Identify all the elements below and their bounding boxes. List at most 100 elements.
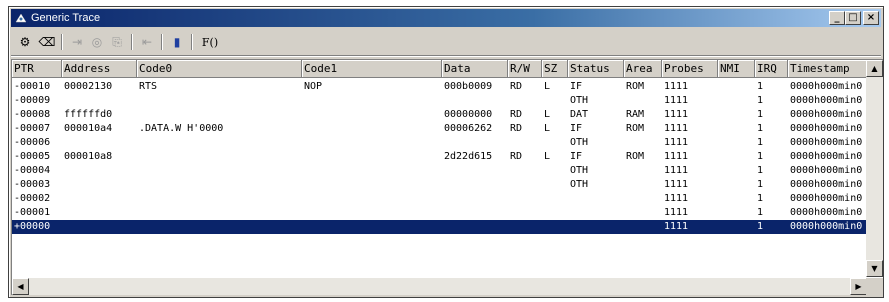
cell-address [62,220,137,234]
cell-ptr: -00004 [14,165,51,176]
column-header-area[interactable]: Area [624,60,662,78]
cell-code1 [302,220,442,234]
cell-irq: 1 [757,193,764,204]
cell-probes: 1111 [664,123,689,134]
cell-data [442,192,508,206]
trace-settings-icon[interactable]: ⚙ [15,33,35,51]
cell-code1 [302,122,442,136]
column-header-address[interactable]: Address [62,60,137,78]
cell-status [568,206,624,220]
column-header-nmi[interactable]: NMI [718,60,755,78]
cell-irq: 1 [757,207,764,218]
cell-probes: 1111 [664,81,689,92]
cell-code0: RTS [139,81,158,92]
cell-status: OTH [570,95,589,106]
cell-rw [508,164,542,178]
cell-probes: 1111 [664,109,689,120]
scroll-down-icon[interactable]: ▼ [866,260,883,277]
cell-nmi [718,192,755,206]
find-icon[interactable]: ⇤ [137,33,157,51]
cell-timestamp: 0000h000min0 [790,95,863,106]
cell-sz [542,220,568,234]
cell-timestamp: 0000h000min0 [790,137,863,148]
cell-nmi [718,122,755,136]
column-header-irq[interactable]: IRQ [755,60,788,78]
table-row[interactable]: -00004 OTH 1111 1 0000h000min0 [12,164,867,178]
cell-status: IF [570,151,583,162]
cell-irq: 1 [757,81,764,92]
cell-address [62,136,137,150]
table-row[interactable]: -00010 00002130 RTS NOP 000b0009 RD L IF ROM 1111… [12,80,867,94]
table-row[interactable]: -00008 ffffffd0 00000000 RD L DAT RAM 1111 1 0000… [12,108,867,122]
minimize-button[interactable]: _ [829,11,845,25]
column-header-rw[interactable]: R/W [508,60,542,78]
function-icon[interactable]: F() [197,33,223,51]
cell-data [442,136,508,150]
column-header-probes[interactable]: Probes [662,60,718,78]
table-row[interactable]: -00007 000010a4 .DATA.W H'0000 00006262 RD L I… [12,122,867,136]
maximize-button[interactable]: □ [845,11,861,25]
column-header-timestamp[interactable]: Timestamp [788,60,867,78]
cell-code1 [302,178,442,192]
cell-sz [542,192,568,206]
table-row[interactable]: -00003 OTH 1111 1 0000h000min0 [12,178,867,192]
cell-address: 000010a4 [64,123,113,134]
table-row[interactable]: -00009 OTH 1111 1 0000h000min0 [12,94,867,108]
cell-status [568,220,624,234]
column-header-code0[interactable]: Code0 [137,60,302,78]
toolbar-separator [191,34,193,50]
copy-icon[interactable]: ⎘ [107,33,127,51]
clear-icon[interactable]: ⌫ [37,33,57,51]
cell-code0 [137,108,302,122]
filter-icon[interactable]: ◎ [87,33,107,51]
scroll-left-icon[interactable]: ◀ [12,278,29,295]
cell-probes: 1111 [664,151,689,162]
cell-status [568,192,624,206]
cell-sz [542,206,568,220]
cell-code1 [302,150,442,164]
cell-rw: RD [510,109,523,120]
column-header-code1[interactable]: Code1 [302,60,442,78]
cell-nmi [718,206,755,220]
cell-area [624,206,662,220]
cell-status: OTH [570,165,589,176]
statistics-icon[interactable]: ▮ [167,33,187,51]
title-bar[interactable]: Generic Trace _ □ × [11,9,881,27]
window-title: Generic Trace [31,12,101,24]
cell-irq: 1 [757,151,764,162]
acquisition-icon[interactable]: ⇥ [67,33,87,51]
cell-status: DAT [570,109,589,120]
cell-irq: 1 [757,179,764,190]
vertical-scrollbar[interactable]: ▲ ▼ [866,60,883,277]
scroll-up-icon[interactable]: ▲ [866,60,883,77]
column-header-status[interactable]: Status [568,60,624,78]
cell-sz [542,178,568,192]
horizontal-scrollbar[interactable]: ◀ ▶ [12,278,867,295]
column-header-ptr[interactable]: PTR [12,60,62,78]
cell-ptr: -00003 [14,179,51,190]
trace-table: PTR Address Code0 Code1 Data R/W SZ Status Area P… [11,59,883,295]
table-row[interactable]: +00000 1111 1 0000h000min0 [12,220,867,234]
cell-sz: L [544,109,551,120]
cell-status: OTH [570,179,589,190]
cell-probes: 1111 [664,95,689,106]
cell-data: 00006262 [444,123,493,134]
cell-rw: RD [510,81,523,92]
cell-ptr: +00000 [14,221,51,232]
table-row[interactable]: -00006 OTH 1111 1 0000h000min0 [12,136,867,150]
cell-ptr: -00010 [14,81,51,92]
cell-sz [542,94,568,108]
column-header-sz[interactable]: SZ [542,60,568,78]
table-row[interactable]: -00002 1111 1 0000h000min0 [12,192,867,206]
table-body: -00010 00002130 RTS NOP 000b0009 RD L IF ROM 1111… [12,78,867,260]
close-button[interactable]: × [863,11,879,25]
table-row[interactable]: -00005 000010a8 2d22d615 RD L IF ROM 1111 1 0000h… [12,150,867,164]
cell-sz: L [544,123,551,134]
table-row[interactable]: -00001 1111 1 0000h000min0 [12,206,867,220]
cell-timestamp: 0000h000min0 [790,151,863,162]
cell-address [62,178,137,192]
scroll-right-icon[interactable]: ▶ [850,278,867,295]
column-header-data[interactable]: Data [442,60,508,78]
cell-irq: 1 [757,221,764,232]
cell-area: ROM [626,123,645,134]
